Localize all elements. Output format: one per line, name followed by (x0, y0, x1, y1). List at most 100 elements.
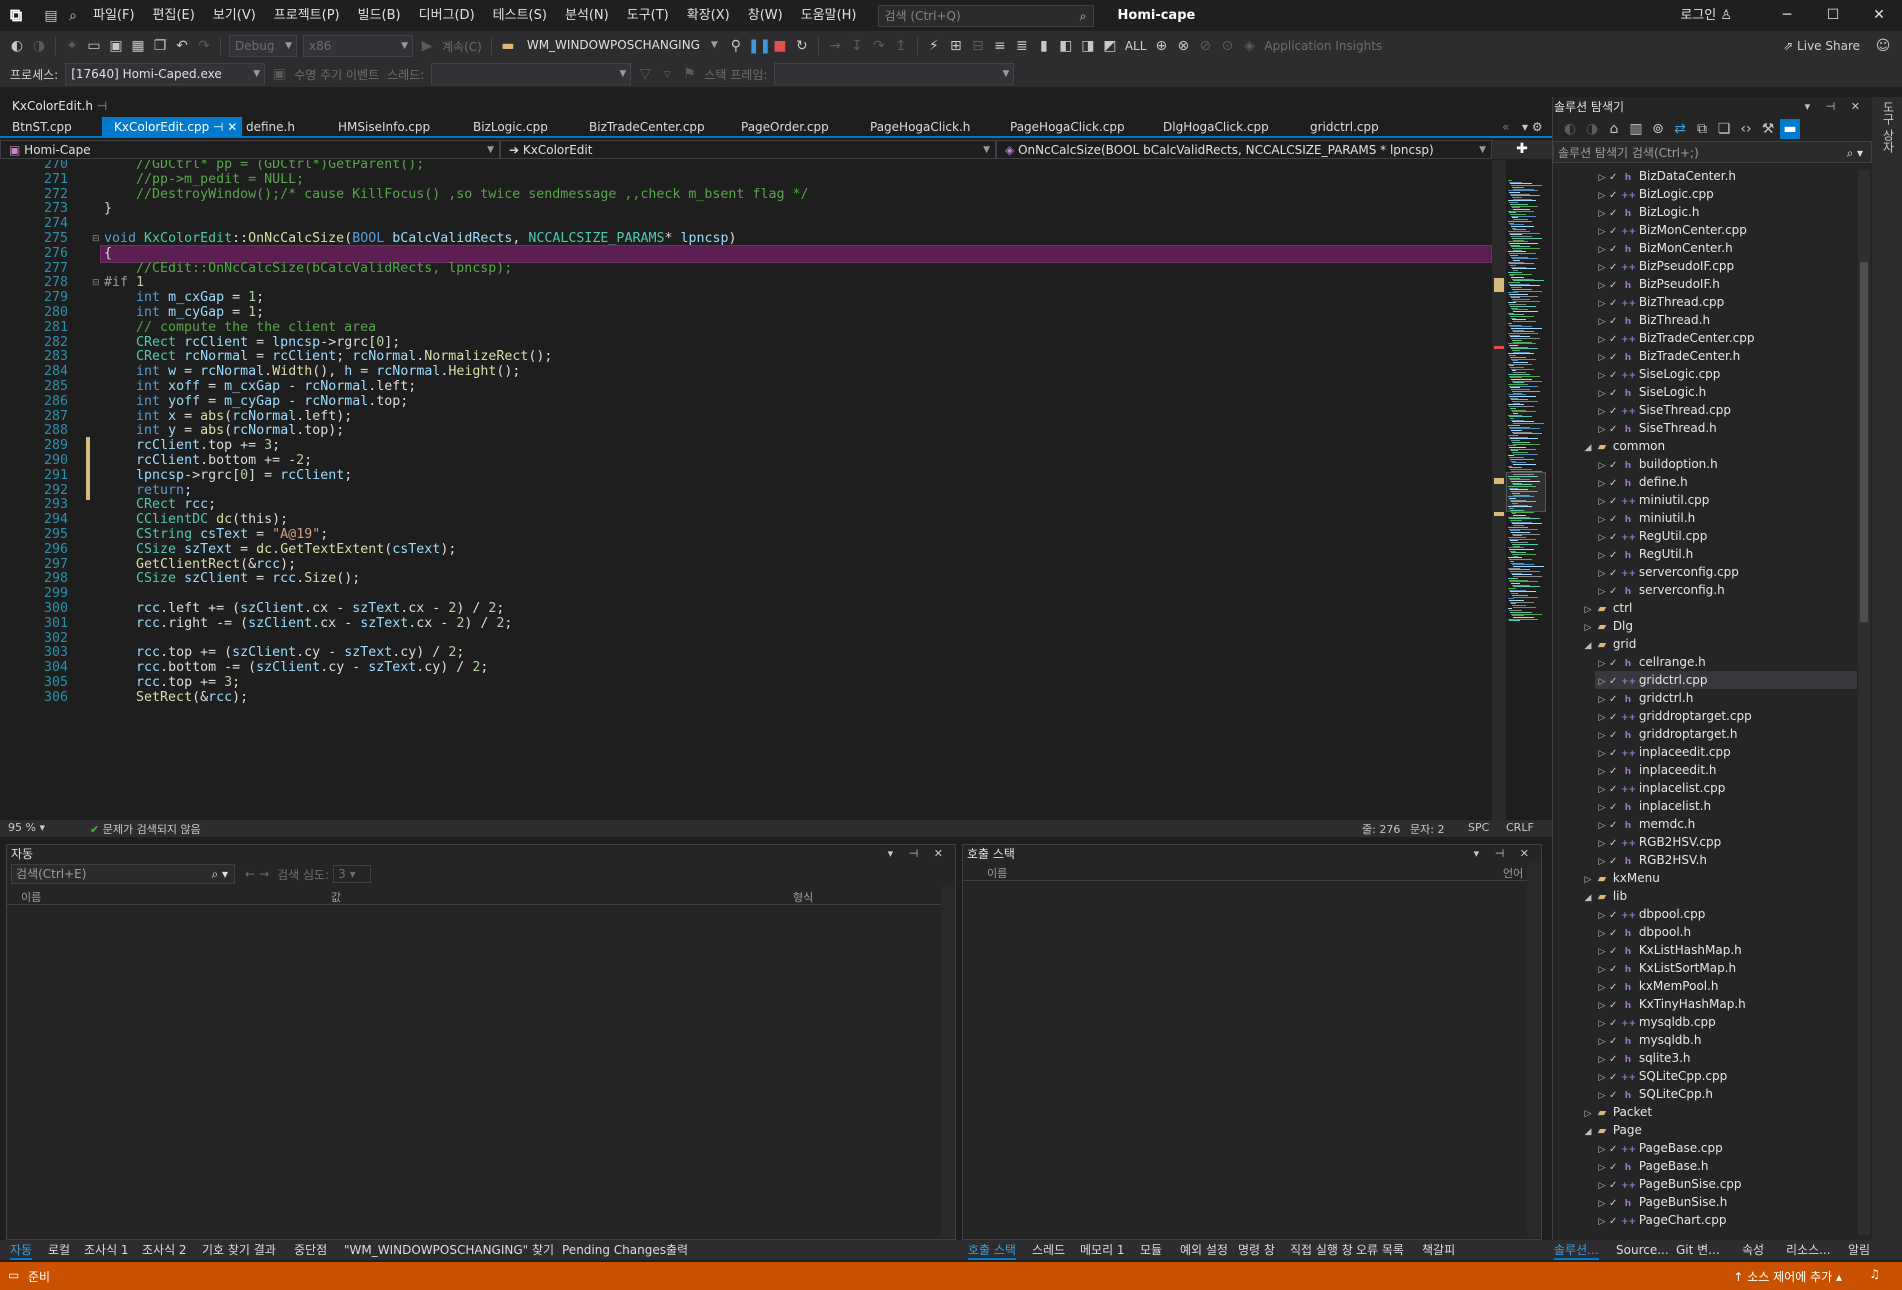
expand-down-icon[interactable]: ◢ (1581, 889, 1595, 907)
tree-file[interactable]: ▷ ✓ h cellrange.h (1595, 653, 1857, 671)
code-line[interactable]: //DestroyWindow();/* cause KillFocus() ,… (104, 186, 808, 204)
global-search-input[interactable]: 검색 (Ctrl+Q) ⌕ (877, 4, 1094, 27)
depth-select[interactable]: 3 ▾ (333, 865, 372, 883)
column-type[interactable]: 형식 (793, 889, 813, 905)
save-icon[interactable]: ▣ (106, 36, 126, 56)
autos-search-input[interactable]: 검색(Ctrl+E) ⌕ ▾ (11, 864, 235, 884)
hot-reload-icon[interactable]: ⚡ (924, 36, 944, 56)
tree-file[interactable]: ▷ ✓ h define.h (1595, 473, 1857, 491)
tree-file[interactable]: ▷ ✓ h PageBunSise.h (1595, 1193, 1857, 1211)
bottom-tab[interactable]: 출력 (666, 1240, 688, 1260)
tree-folder[interactable]: ▷ ▰ Packet (1581, 1103, 1857, 1121)
memory-icon[interactable]: ⊗ (1173, 36, 1193, 56)
tab-pagehogaclick-h[interactable]: PageHogaClick.h (858, 117, 998, 138)
play-icon[interactable]: ▶ (417, 36, 437, 56)
bookmark-prev-icon[interactable]: ◧ (1056, 36, 1076, 56)
breakpoints-window-icon[interactable]: ⊟ (968, 36, 988, 56)
redo-icon[interactable]: ↷ (194, 36, 214, 56)
tree-file[interactable]: ▷ ✓ h griddroptarget.h (1595, 725, 1857, 743)
feedback-icon[interactable]: ☺ (1873, 36, 1893, 56)
lifecycle-icon[interactable]: ▣ (269, 64, 289, 84)
indent-icon[interactable]: ≡ (990, 36, 1010, 56)
tree-file[interactable]: ▷ ✓ ++ BizLogic.cpp (1595, 185, 1857, 203)
member-dropdown[interactable]: ◈ OnNcCalcSize(BOOL bCalcValidRects, NCC… (996, 140, 1492, 159)
bottom-tab[interactable]: 조사식 1 (84, 1240, 129, 1260)
tree-file[interactable]: ▷ ✓ ++ inplaceedit.cpp (1595, 743, 1857, 761)
tree-file[interactable]: ▷ ✓ h memdc.h (1595, 815, 1857, 833)
tree-file[interactable]: ▷ ✓ h PageBase.h (1595, 1157, 1857, 1175)
restart-icon[interactable]: ↻ (792, 36, 812, 56)
tree-file[interactable]: ▷ ✓ ++ mysqldb.cpp (1595, 1013, 1857, 1031)
diagnostics-icon[interactable]: ⊞ (946, 36, 966, 56)
forward-icon[interactable]: ◑ (29, 36, 49, 56)
tree-file[interactable]: ▷ ✓ ++ BizPseudoIF.cpp (1595, 257, 1857, 275)
column-language[interactable]: 언어 (1503, 865, 1523, 881)
open-folder-icon[interactable]: ▭ (84, 36, 104, 56)
code-line[interactable]: rcc.right -= (szClient.cx - szText.cx - … (104, 615, 512, 633)
tree-file[interactable]: ▷ ✓ ++ SiseThread.cpp (1595, 401, 1857, 419)
tree-file[interactable]: ▷ ✓ ++ PageBunSise.cpp (1595, 1175, 1857, 1193)
collapse-all-icon[interactable]: ⧉ (1692, 119, 1712, 139)
panel-controls[interactable]: ▾ ⊣ ✕ (1805, 97, 1866, 117)
tree-file[interactable]: ▷ ✓ h serverconfig.h (1595, 581, 1857, 599)
tab-bizlogic-cpp[interactable]: BizLogic.cpp (461, 117, 571, 138)
line-ending[interactable]: CRLF (1506, 821, 1534, 834)
tree-file[interactable]: ▷ ✓ ++ SQLiteCpp.cpp (1595, 1067, 1857, 1085)
tree-file[interactable]: ▷ ✓ h dbpool.h (1595, 923, 1857, 941)
pin-icon[interactable]: ⊣ (97, 99, 107, 113)
zoom-level[interactable]: 95 % ▾ (8, 821, 45, 834)
forward-icon[interactable]: ◑ (1582, 119, 1602, 139)
notifications-bell-icon[interactable]: ♫ (1869, 1267, 1880, 1281)
preview-selected-icon[interactable]: ▬ (1780, 119, 1800, 139)
step-out-icon[interactable]: ↥ (891, 36, 911, 56)
solution-bottom-tab[interactable]: 솔루션... (1554, 1240, 1599, 1260)
bottom-tab[interactable]: 스레드 (1032, 1240, 1065, 1260)
close-icon[interactable]: ✕ (1856, 0, 1902, 31)
menu-extensions[interactable]: 확장(X) (678, 0, 739, 31)
tree-file[interactable]: ▷ ✓ h buildoption.h (1595, 455, 1857, 473)
all-button[interactable]: ALL (1125, 39, 1147, 53)
menu-help[interactable]: 도움말(H) (792, 0, 866, 31)
tree-folder[interactable]: ▷ ▰ Dlg (1581, 617, 1857, 635)
home-icon[interactable]: ⌂ (1604, 119, 1624, 139)
pin-icon[interactable]: ⊣ (213, 120, 223, 134)
tab-hmsiseinfo-cpp[interactable]: HMSiseInfo.cpp (326, 117, 456, 138)
app-insights-button[interactable]: Application Insights (1264, 39, 1382, 53)
new-item-icon[interactable]: ✦ (62, 36, 82, 56)
menu-test[interactable]: 테스트(S) (484, 0, 556, 31)
tree-file[interactable]: ▷ ✓ h miniutil.h (1595, 509, 1857, 527)
expand-down-icon[interactable]: ◢ (1581, 439, 1595, 457)
platform-select[interactable]: x86 ▼ (303, 35, 413, 57)
split-editor-icon[interactable]: ✚ (1492, 140, 1552, 159)
solution-bottom-tab[interactable]: 알림 (1848, 1240, 1870, 1260)
solution-bottom-tab[interactable]: Git 변... (1676, 1240, 1720, 1260)
tree-file[interactable]: ▷ ✓ ++ miniutil.cpp (1595, 491, 1857, 509)
tree-file[interactable]: ▷ ✓ ++ inplacelist.cpp (1595, 779, 1857, 797)
tree-file[interactable]: ▷ ✓ h BizThread.h (1595, 311, 1857, 329)
step-next-icon[interactable]: → (825, 36, 845, 56)
tab-kxcoloredit-cpp[interactable]: KxColorEdit.cpp ⊣ ✕ (102, 117, 242, 138)
process-select[interactable]: [17640] Homi-Caped.exe ▼ (65, 63, 266, 85)
switch-views-icon[interactable]: ▥ (1626, 119, 1646, 139)
tree-file[interactable]: ▷ ✓ ++ RGB2HSV.cpp (1595, 833, 1857, 851)
message-combo[interactable]: WM_WINDOWPOSCHANGING ▼ (522, 35, 722, 57)
autos-scrollbar[interactable] (941, 887, 955, 1237)
properties-wrench-icon[interactable]: ⚒ (1758, 119, 1778, 139)
expand-down-icon[interactable]: ◢ (1581, 637, 1595, 655)
bottom-tab[interactable]: 조사식 2 (142, 1240, 187, 1260)
live-share-button[interactable]: ⇗ Live Share (1783, 39, 1860, 53)
class-dropdown[interactable]: ➔ KxColorEdit ▼ (500, 140, 996, 159)
whitespace-mode[interactable]: SPC (1468, 821, 1489, 834)
tab-settings-icon[interactable]: ▾ ⚙ (1510, 117, 1550, 138)
panel-controls[interactable]: ▾ ⊣ ✕ (888, 845, 949, 863)
tab-pageorder-cpp[interactable]: PageOrder.cpp (729, 117, 859, 138)
code-editor[interactable]: 270 //GDCtrl* pp = (GDCtrl*)GetParent();… (0, 160, 1492, 820)
maximize-icon[interactable]: ☐ (1810, 0, 1856, 31)
code-line[interactable]: CSize szClient = rcc.Size(); (104, 570, 360, 588)
column-value[interactable]: 값 (331, 889, 341, 905)
code-line[interactable]: SetRect(&rcc); (104, 689, 248, 707)
bottom-tab[interactable]: 로컬 (48, 1240, 70, 1260)
menu-tools[interactable]: 도구(T) (618, 0, 678, 31)
login-button[interactable]: 로그인 ♙ (1680, 0, 1732, 31)
tree-file[interactable]: ▷ ✓ ++ RegUtil.cpp (1595, 527, 1857, 545)
